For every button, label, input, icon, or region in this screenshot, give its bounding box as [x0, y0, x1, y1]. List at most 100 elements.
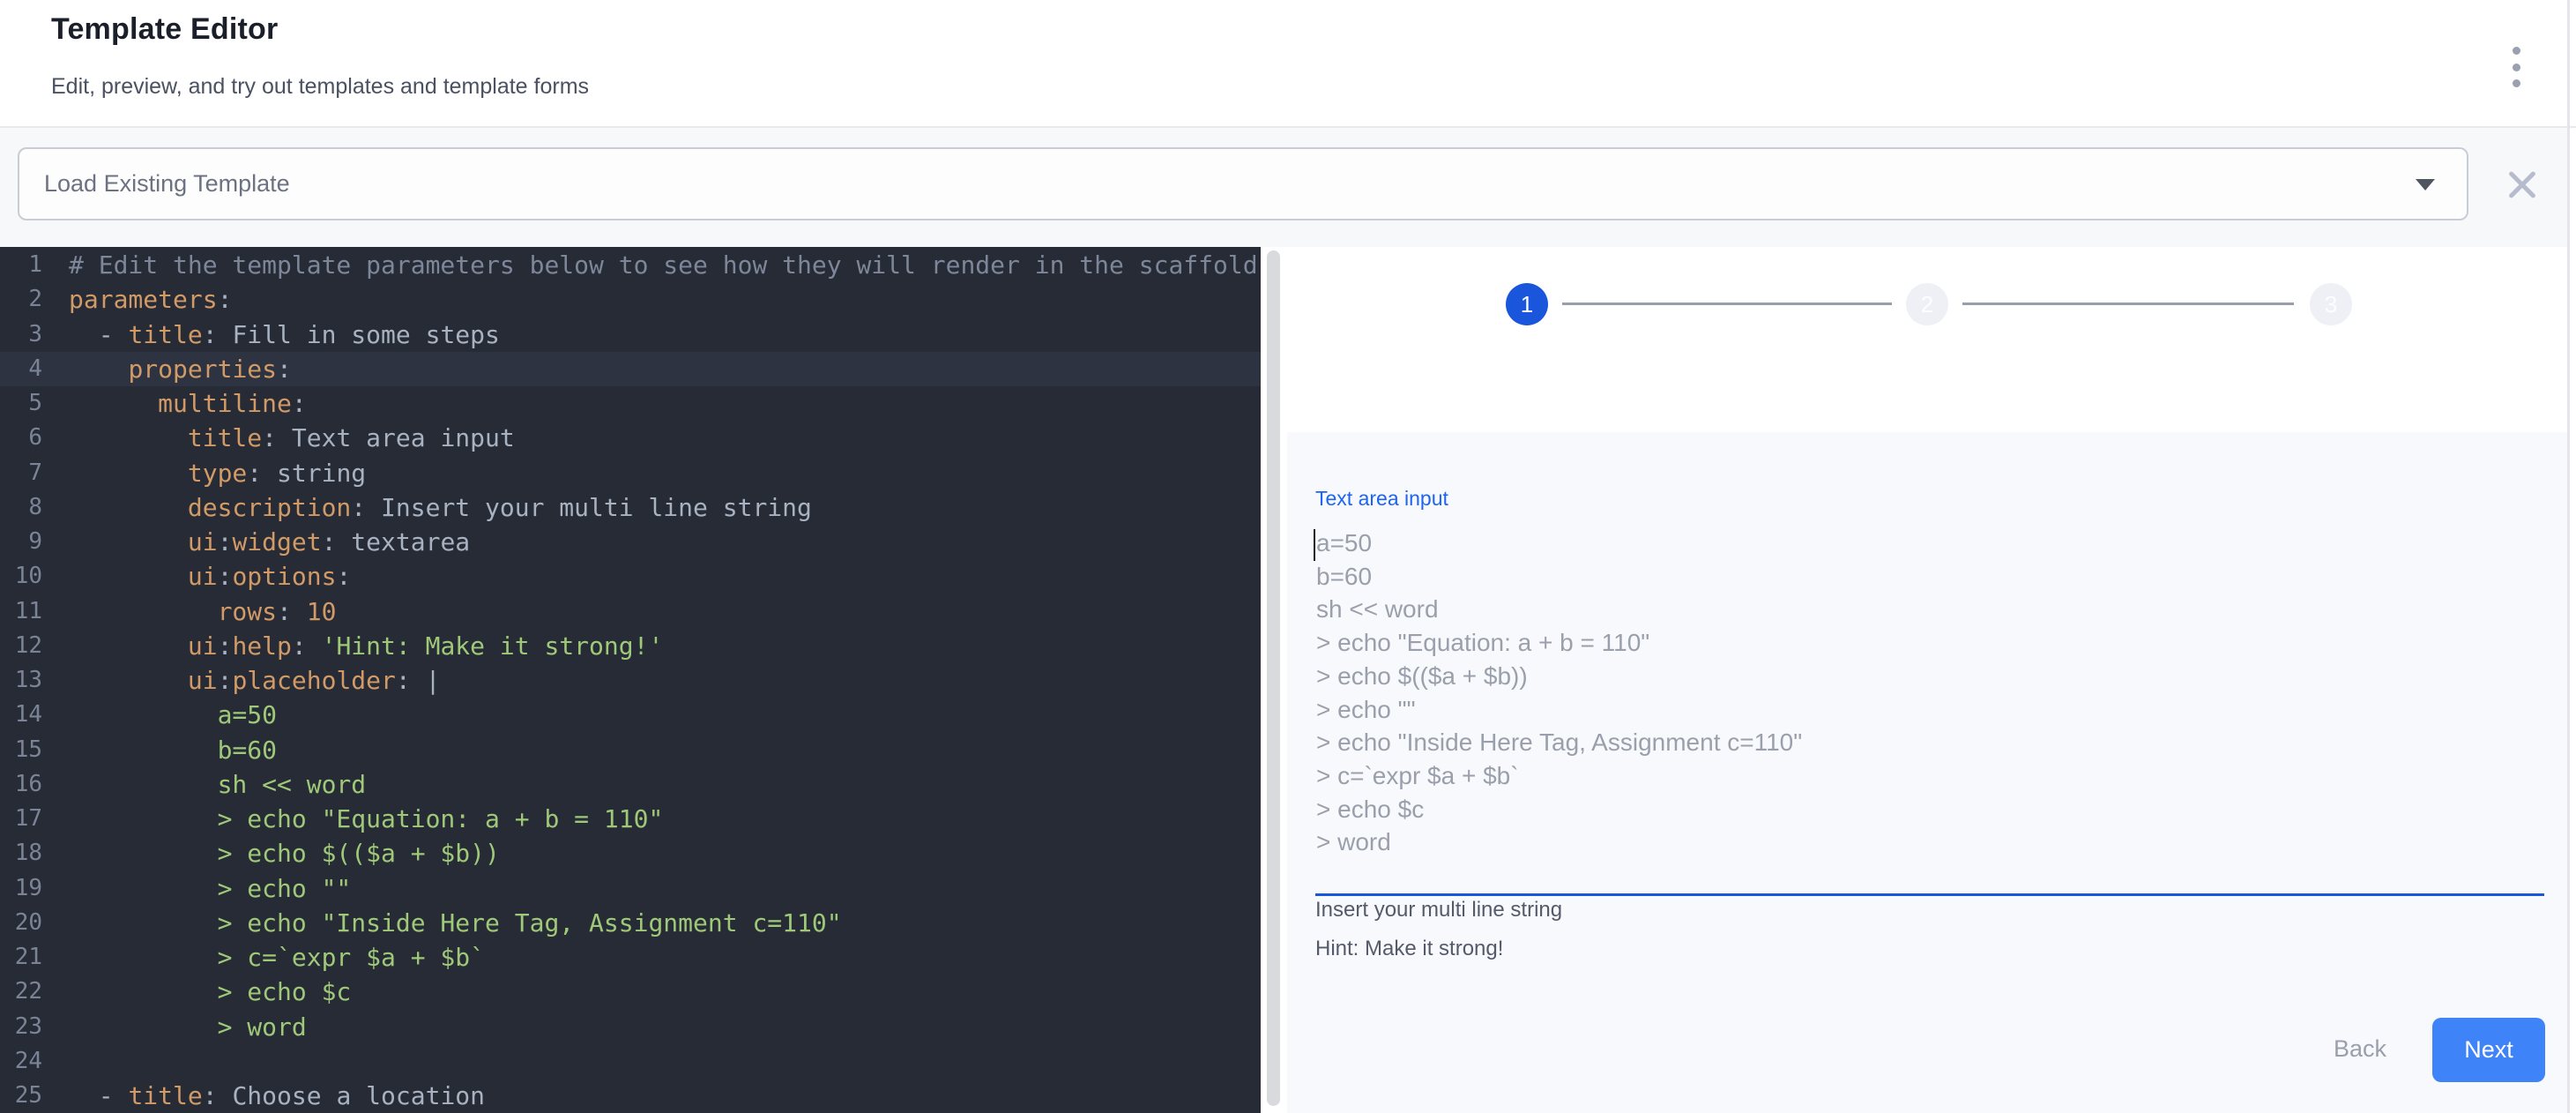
code-line[interactable]: 11 rows: 10	[0, 594, 1261, 629]
textarea-placeholder-line: > echo $(($a + $b))	[1316, 660, 2533, 693]
textarea-focus-underline	[1315, 893, 2544, 896]
load-template-select[interactable]: Load Existing Template	[18, 147, 2468, 220]
page-subtitle: Edit, preview, and try out templates and…	[51, 74, 589, 100]
code-line[interactable]: 10 ui:options:	[0, 559, 1261, 594]
line-number: 2	[0, 282, 42, 317]
line-number: 10	[0, 559, 42, 594]
textarea-placeholder-line: > echo $c	[1316, 793, 2533, 826]
page-right-border	[2567, 0, 2570, 1113]
step-1-circle[interactable]: 1	[1506, 283, 1548, 325]
line-number: 4	[0, 352, 42, 386]
load-template-placeholder: Load Existing Template	[44, 149, 290, 219]
textarea-placeholder-line: sh << word	[1316, 593, 2533, 626]
line-content: > echo ""	[42, 871, 351, 906]
textarea-placeholder-line: > c=`expr $a + $b`	[1316, 759, 2533, 793]
step-connector	[1562, 303, 1892, 305]
step-3-circle[interactable]: 3	[2310, 283, 2352, 325]
line-content: a=50	[42, 698, 277, 732]
line-content: ui:placeholder: |	[42, 663, 440, 698]
line-content: rows: 10	[42, 594, 336, 629]
line-number: 25	[0, 1079, 42, 1113]
code-line[interactable]: 20 > echo "Inside Here Tag, Assignment c…	[0, 906, 1261, 940]
code-line[interactable]: 8 description: Insert your multi line st…	[0, 490, 1261, 525]
line-content: - title: Choose a location	[42, 1079, 485, 1113]
code-line[interactable]: 6 title: Text area input	[0, 421, 1261, 455]
line-number: 17	[0, 802, 42, 836]
kebab-menu-icon[interactable]	[2504, 47, 2528, 87]
line-number: 18	[0, 836, 42, 870]
multiline-textarea[interactable]: a=50b=60sh << word> echo "Equation: a + …	[1316, 527, 2533, 862]
code-line[interactable]: 9 ui:widget: textarea	[0, 525, 1261, 559]
code-line[interactable]: 7 type: string	[0, 456, 1261, 490]
line-number: 1	[0, 248, 42, 282]
code-line[interactable]: 14 a=50	[0, 698, 1261, 732]
line-content: ui:help: 'Hint: Make it strong!'	[42, 629, 663, 663]
line-content: > word	[42, 1010, 307, 1044]
code-line[interactable]: 12 ui:help: 'Hint: Make it strong!'	[0, 629, 1261, 663]
next-button[interactable]: Next	[2432, 1018, 2545, 1082]
chevron-down-icon	[2416, 179, 2435, 190]
code-line[interactable]: 3 - title: Fill in some steps	[0, 317, 1261, 352]
line-number: 5	[0, 386, 42, 421]
code-lines: 1# Edit the template parameters below to…	[0, 248, 1261, 1113]
line-number: 13	[0, 663, 42, 698]
kebab-dot	[2513, 79, 2520, 87]
line-content: sh << word	[42, 767, 366, 802]
line-number: 16	[0, 767, 42, 802]
code-line[interactable]: 4 properties:	[0, 352, 1261, 386]
code-line[interactable]: 24	[0, 1044, 1261, 1079]
line-content	[42, 1044, 69, 1079]
line-content: properties:	[42, 352, 292, 386]
editor-scrollbar-thumb[interactable]	[1267, 250, 1280, 1106]
clear-selection-button[interactable]	[2502, 164, 2542, 205]
field-description: Insert your multi line string	[1315, 898, 1562, 923]
code-line[interactable]: 19 > echo ""	[0, 871, 1261, 906]
line-content: ui:options:	[42, 559, 351, 594]
textarea-placeholder-line: b=60	[1316, 560, 2533, 594]
code-line[interactable]: 13 ui:placeholder: |	[0, 663, 1261, 698]
line-number: 8	[0, 490, 42, 525]
code-line[interactable]: 22 > echo $c	[0, 975, 1261, 1009]
line-content: # Edit the template parameters below to …	[42, 248, 1258, 282]
kebab-dot	[2513, 63, 2520, 71]
code-line[interactable]: 15 b=60	[0, 733, 1261, 767]
editor-scrollbar-track	[1261, 247, 1287, 1113]
page-title: Template Editor	[51, 12, 278, 47]
toolbar: Load Existing Template	[0, 128, 2567, 247]
code-line[interactable]: 25 - title: Choose a location	[0, 1079, 1261, 1113]
code-line[interactable]: 18 > echo $(($a + $b))	[0, 836, 1261, 870]
line-content: > echo "Equation: a + b = 110"	[42, 802, 663, 836]
line-number: 24	[0, 1044, 42, 1079]
line-number: 7	[0, 456, 42, 490]
line-content: > echo $(($a + $b))	[42, 836, 500, 870]
line-number: 12	[0, 629, 42, 663]
code-line[interactable]: 17 > echo "Equation: a + b = 110"	[0, 802, 1261, 836]
line-number: 3	[0, 317, 42, 352]
code-line[interactable]: 16 sh << word	[0, 767, 1261, 802]
line-number: 14	[0, 698, 42, 732]
code-line[interactable]: 5 multiline:	[0, 386, 1261, 421]
code-line[interactable]: 2parameters:	[0, 282, 1261, 317]
code-line[interactable]: 23 > word	[0, 1010, 1261, 1044]
line-number: 21	[0, 940, 42, 975]
line-content: b=60	[42, 733, 277, 767]
textarea-field-label: Text area input	[1315, 487, 1448, 511]
code-line[interactable]: 21 > c=`expr $a + $b`	[0, 940, 1261, 975]
step-connector	[1962, 303, 2294, 305]
line-content: title: Text area input	[42, 421, 515, 455]
line-content: type: string	[42, 456, 366, 490]
line-number: 22	[0, 975, 42, 1009]
line-number: 9	[0, 525, 42, 559]
step-2-circle[interactable]: 2	[1906, 283, 1948, 325]
line-number: 6	[0, 421, 42, 455]
code-line[interactable]: 1# Edit the template parameters below to…	[0, 248, 1261, 282]
form-preview-panel: Text area input a=50b=60sh << word> echo…	[1287, 432, 2567, 1113]
yaml-code-editor[interactable]: 1# Edit the template parameters below to…	[0, 247, 1261, 1113]
line-number: 20	[0, 906, 42, 940]
line-content: - title: Fill in some steps	[42, 317, 500, 352]
line-content: > c=`expr $a + $b`	[42, 940, 485, 975]
line-number: 23	[0, 1010, 42, 1044]
line-number: 11	[0, 594, 42, 629]
line-content: multiline:	[42, 386, 307, 421]
back-button[interactable]: Back	[2334, 1035, 2386, 1063]
